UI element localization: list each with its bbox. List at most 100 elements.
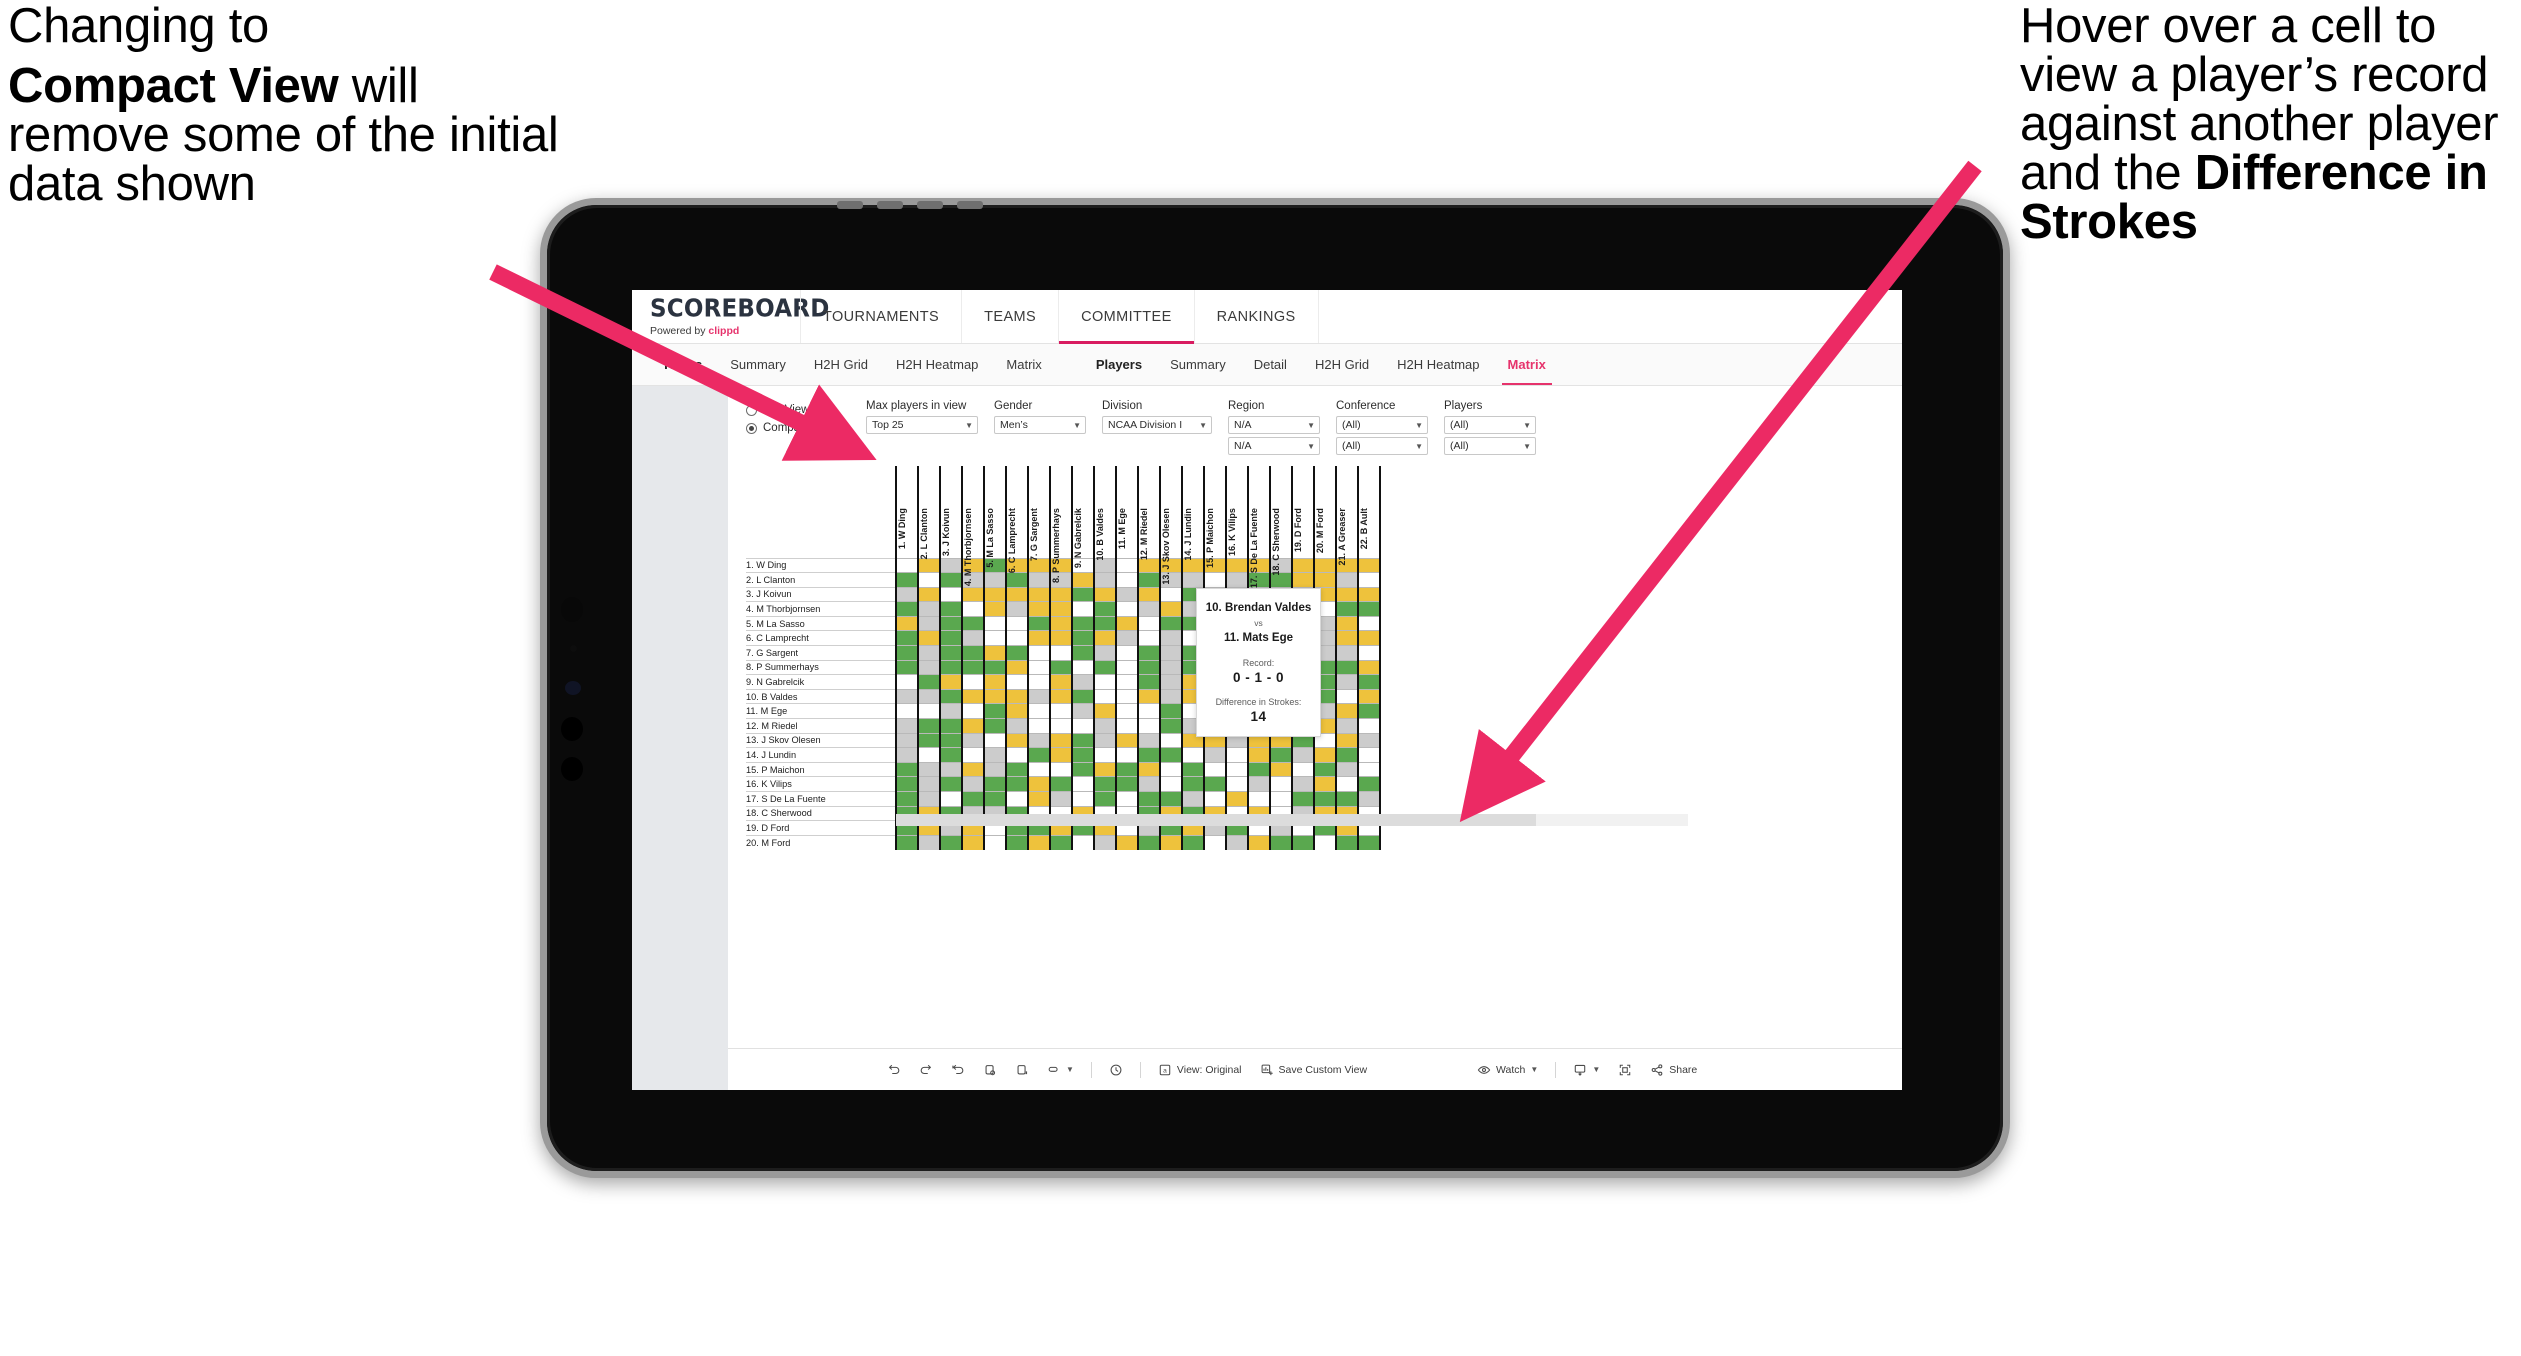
- matrix-cell[interactable]: [1049, 659, 1073, 675]
- undo-button[interactable]: [878, 1049, 910, 1090]
- matrix-cell[interactable]: [1027, 645, 1051, 661]
- matrix-cell[interactable]: [1093, 776, 1117, 792]
- matrix-cell[interactable]: [1357, 645, 1381, 661]
- subnav-item-detail[interactable]: Detail: [1240, 344, 1301, 385]
- matrix-cell[interactable]: [1137, 761, 1161, 777]
- matrix-cell[interactable]: [1115, 688, 1139, 704]
- matrix-cell[interactable]: [895, 630, 919, 646]
- matrix-cell[interactable]: [1005, 732, 1029, 748]
- matrix-cell[interactable]: [939, 615, 963, 631]
- scrollbar-thumb[interactable]: [896, 813, 1536, 826]
- matrix-cell[interactable]: [1071, 630, 1095, 646]
- matrix-cell[interactable]: [1159, 747, 1183, 763]
- matrix-cell[interactable]: [1005, 645, 1029, 661]
- matrix-cell[interactable]: [939, 791, 963, 807]
- matrix-cell[interactable]: [1159, 834, 1183, 850]
- revert-button[interactable]: [942, 1049, 974, 1090]
- matrix-cell[interactable]: [1049, 747, 1073, 763]
- matrix-cell[interactable]: [939, 776, 963, 792]
- matrix-cell[interactable]: [1313, 776, 1337, 792]
- matrix-cell[interactable]: [939, 630, 963, 646]
- refresh-button[interactable]: [974, 1049, 1006, 1090]
- matrix-cell[interactable]: [961, 747, 985, 763]
- matrix-cell[interactable]: [1357, 630, 1381, 646]
- matrix-cell[interactable]: [1027, 718, 1051, 734]
- matrix-cell[interactable]: [1159, 630, 1183, 646]
- download-button[interactable]: ▼: [1564, 1049, 1609, 1090]
- matrix-cell[interactable]: [1027, 791, 1051, 807]
- matrix-cell[interactable]: [1115, 834, 1139, 850]
- matrix-cell[interactable]: [939, 747, 963, 763]
- matrix-cell[interactable]: [1049, 601, 1073, 617]
- matrix-cell[interactable]: [1225, 747, 1249, 763]
- matrix-cell[interactable]: [895, 674, 919, 690]
- matrix-cell[interactable]: [917, 674, 941, 690]
- subnav-item-matrix-player[interactable]: Matrix: [1494, 344, 1560, 385]
- matrix-cell[interactable]: [1137, 688, 1161, 704]
- matrix-cell[interactable]: [917, 732, 941, 748]
- matrix-cell[interactable]: [1137, 732, 1161, 748]
- matrix-cell[interactable]: [1005, 747, 1029, 763]
- matrix-cell[interactable]: [917, 791, 941, 807]
- matrix-cell[interactable]: [983, 791, 1007, 807]
- matrix-cell[interactable]: [1291, 834, 1315, 850]
- pause-refresh-button[interactable]: [1100, 1049, 1132, 1090]
- matrix-cell[interactable]: [1357, 718, 1381, 734]
- matrix-cell[interactable]: [1071, 791, 1095, 807]
- matrix-cell[interactable]: [895, 761, 919, 777]
- matrix-cell[interactable]: [1071, 601, 1095, 617]
- matrix-cell[interactable]: [1049, 761, 1073, 777]
- matrix-cell[interactable]: [1027, 659, 1051, 675]
- matrix-cell[interactable]: [983, 601, 1007, 617]
- matrix-cell[interactable]: [961, 615, 985, 631]
- matrix-cell[interactable]: [1357, 747, 1381, 763]
- matrix-cell[interactable]: [1247, 776, 1271, 792]
- matrix-cell[interactable]: [1115, 601, 1139, 617]
- select-region-1[interactable]: N/A ▼: [1228, 416, 1320, 434]
- matrix-cell[interactable]: [1049, 776, 1073, 792]
- matrix-cell[interactable]: [1005, 674, 1029, 690]
- matrix-cell[interactable]: [1049, 674, 1073, 690]
- matrix-cell[interactable]: [983, 834, 1007, 850]
- matrix-cell[interactable]: [1137, 747, 1161, 763]
- matrix-cell[interactable]: [1335, 659, 1359, 675]
- matrix-cell[interactable]: [1049, 732, 1073, 748]
- matrix-cell[interactable]: [1335, 732, 1359, 748]
- matrix-cell[interactable]: [917, 834, 941, 850]
- matrix-cell[interactable]: [1049, 688, 1073, 704]
- radio-compact-view[interactable]: Compact View: [746, 422, 866, 434]
- matrix-cell[interactable]: [917, 601, 941, 617]
- matrix-cell[interactable]: [1203, 747, 1227, 763]
- matrix-cell[interactable]: [1005, 659, 1029, 675]
- matrix-cell[interactable]: [1159, 674, 1183, 690]
- matrix-cell[interactable]: [1115, 645, 1139, 661]
- matrix-cell[interactable]: [1115, 761, 1139, 777]
- matrix-cell[interactable]: [1335, 601, 1359, 617]
- matrix-cell[interactable]: [895, 688, 919, 704]
- matrix-cell[interactable]: [1115, 718, 1139, 734]
- matrix-cell[interactable]: [1005, 601, 1029, 617]
- volume-down-button[interactable]: [561, 757, 583, 781]
- matrix-cell[interactable]: [961, 601, 985, 617]
- matrix-cell[interactable]: [895, 791, 919, 807]
- matrix-cell[interactable]: [1137, 630, 1161, 646]
- matrix-cell[interactable]: [1049, 834, 1073, 850]
- fullscreen-button[interactable]: [1609, 1049, 1641, 1090]
- matrix-cell[interactable]: [1027, 601, 1051, 617]
- subnav-item-summary-team[interactable]: Summary: [716, 344, 800, 385]
- matrix-cell[interactable]: [917, 645, 941, 661]
- matrix-cell[interactable]: [1181, 761, 1205, 777]
- matrix-cell[interactable]: [1335, 761, 1359, 777]
- matrix-cell[interactable]: [1093, 834, 1117, 850]
- matrix-cell[interactable]: [1335, 718, 1359, 734]
- matrix-cell[interactable]: [1115, 659, 1139, 675]
- matrix-cell[interactable]: [917, 718, 941, 734]
- matrix-cell[interactable]: [917, 747, 941, 763]
- matrix-cell[interactable]: [1049, 703, 1073, 719]
- select-max-players[interactable]: Top 25 ▼: [866, 416, 978, 434]
- matrix-cell[interactable]: [983, 659, 1007, 675]
- matrix-cell[interactable]: [1159, 601, 1183, 617]
- matrix-cell[interactable]: [1071, 732, 1095, 748]
- matrix-cell[interactable]: [1071, 645, 1095, 661]
- matrix-cell[interactable]: [939, 718, 963, 734]
